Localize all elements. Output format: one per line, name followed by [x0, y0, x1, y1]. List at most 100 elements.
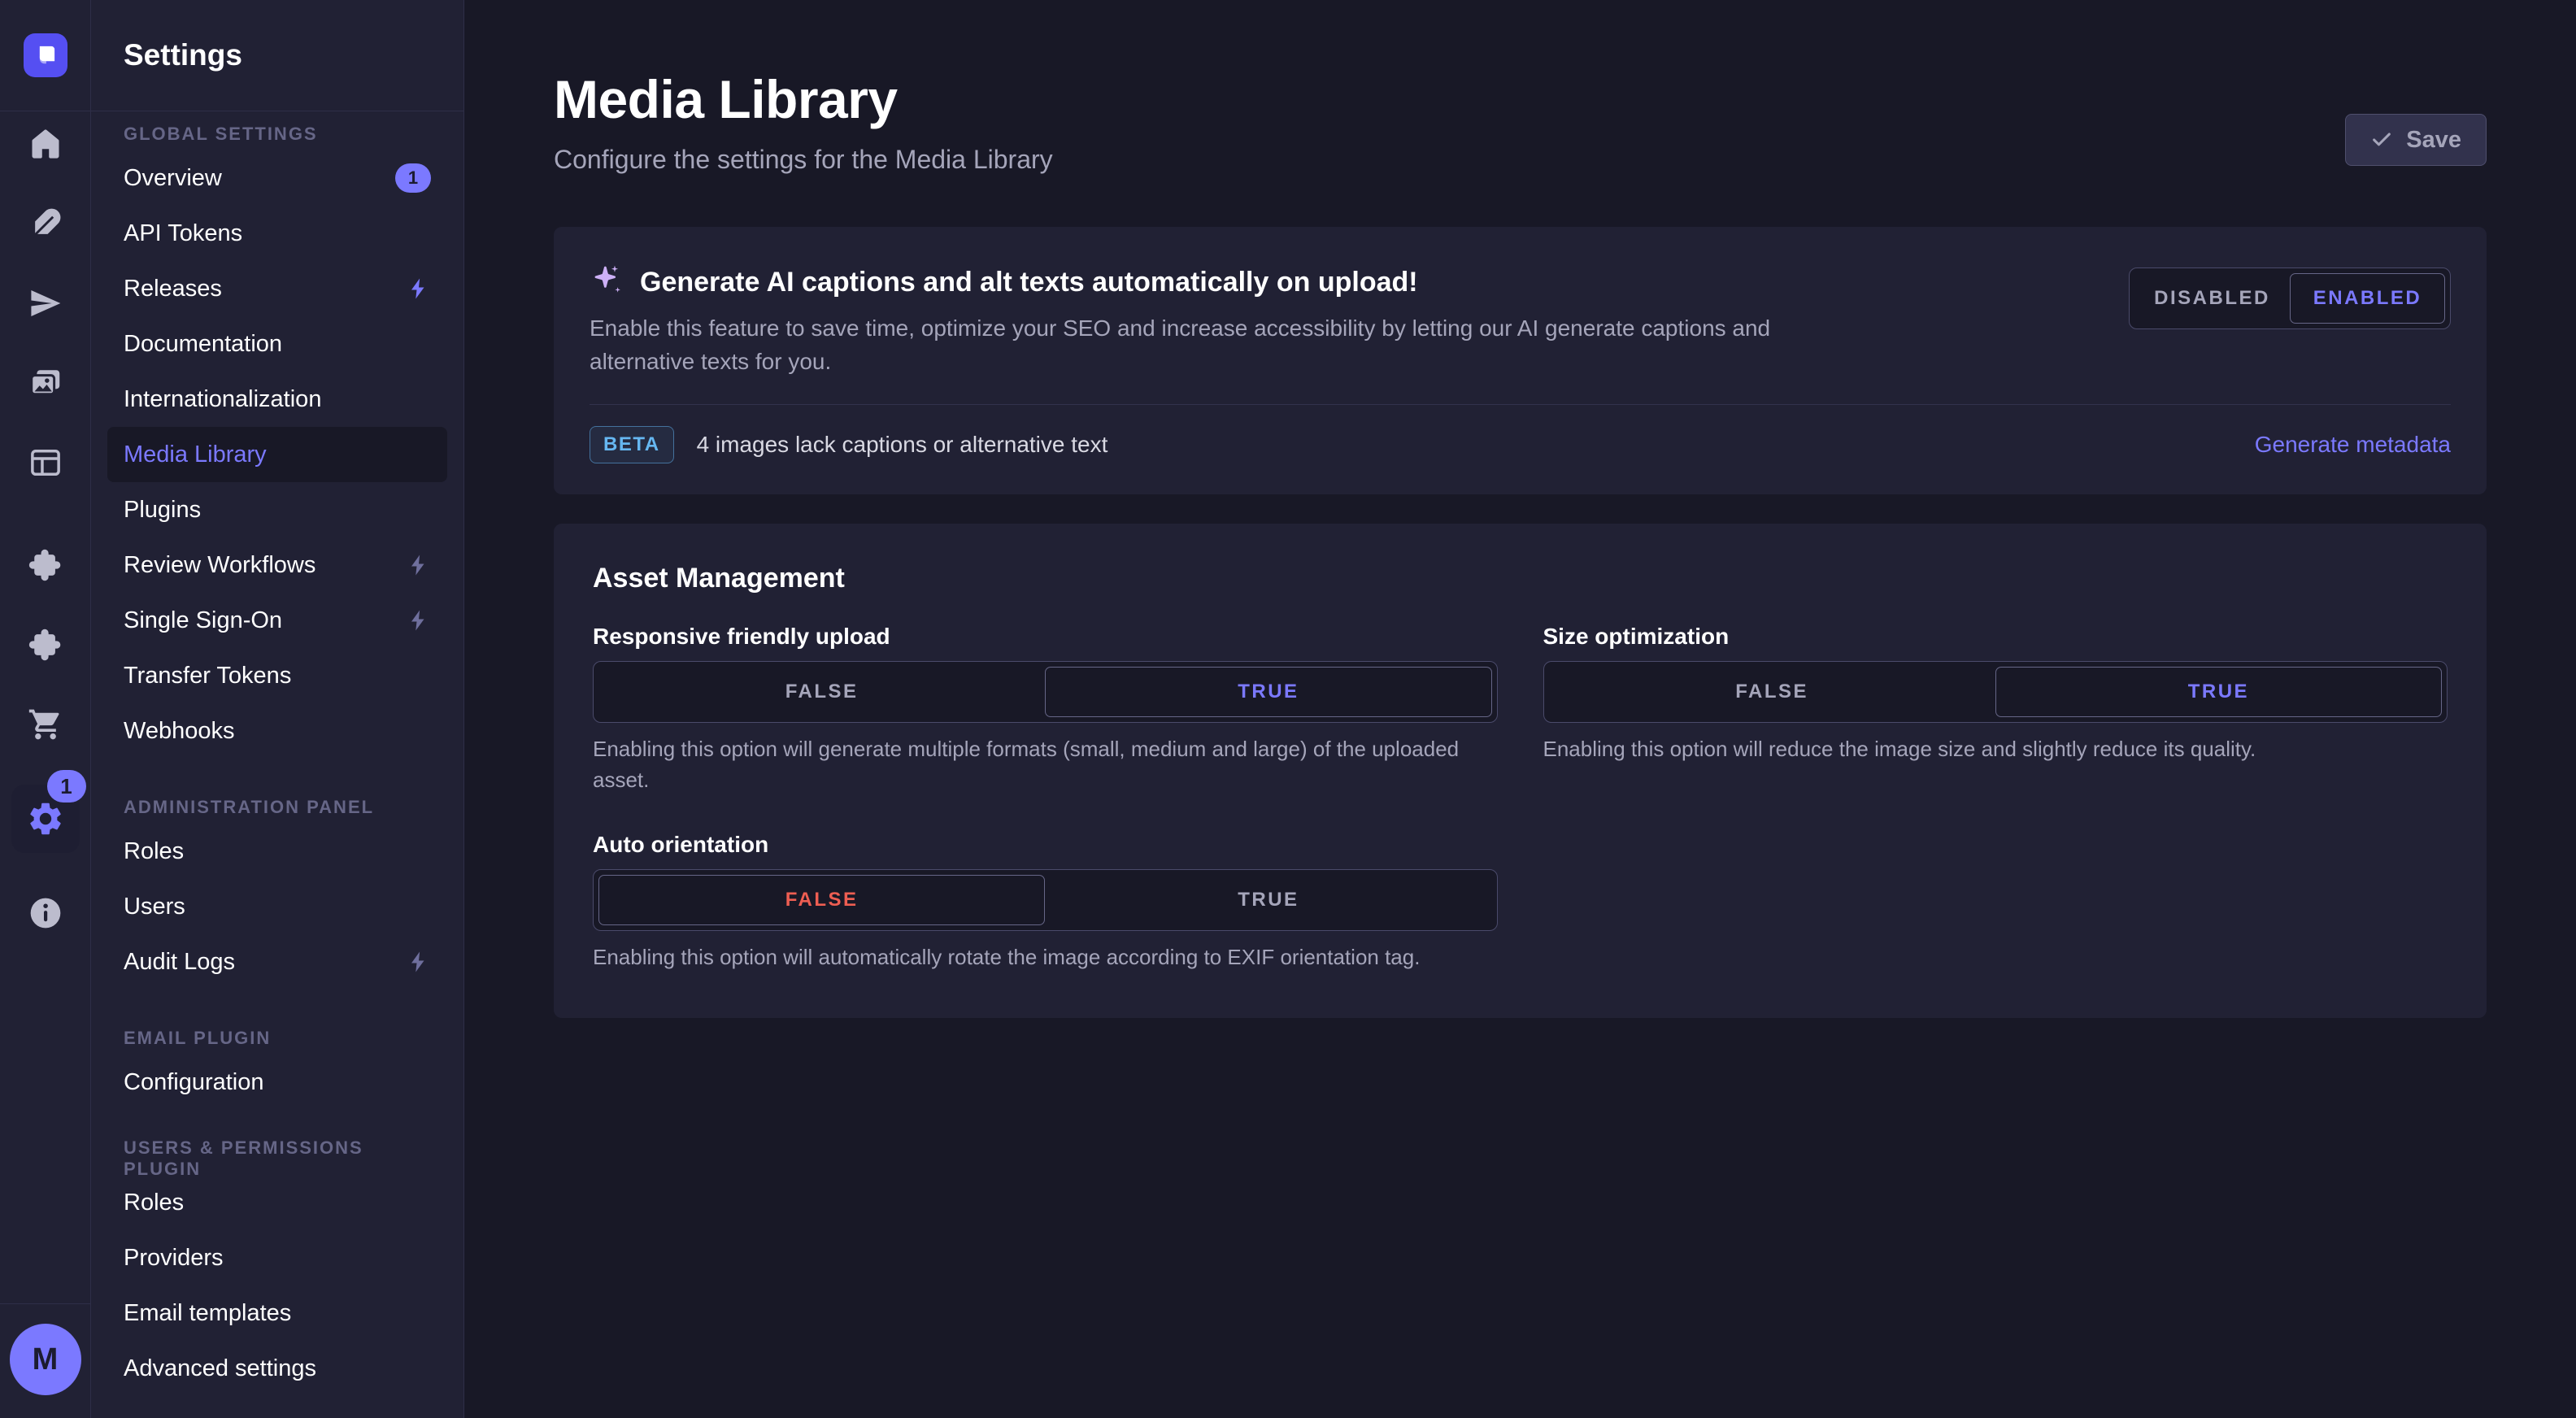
asset-management-card: Asset Management Responsive friendly upl… — [554, 524, 2487, 1018]
sidebar-item-overview[interactable]: Overview 1 — [107, 150, 447, 206]
section-users-permissions-plugin: USERS & PERMISSIONS PLUGIN Roles Provide… — [107, 1142, 447, 1396]
sidebar-item-audit-logs[interactable]: Audit Logs — [107, 934, 447, 990]
auto-orientation-toggle: FALSE TRUE — [593, 869, 1498, 931]
lightning-bolt-icon — [407, 276, 431, 301]
sidebar-item-webhooks[interactable]: Webhooks — [107, 703, 447, 759]
sidebar-item-single-sign-on[interactable]: Single Sign-On — [107, 593, 447, 648]
nav-plugins-button[interactable] — [26, 546, 65, 585]
sidebar-item-label: Roles — [124, 838, 184, 865]
lightning-bolt-icon — [407, 553, 431, 577]
gear-icon — [26, 799, 65, 838]
sidebar-item-label: Users — [124, 894, 185, 920]
puzzle-icon — [28, 547, 63, 583]
save-button[interactable]: Save — [2345, 114, 2487, 166]
sidebar-item-roles[interactable]: Roles — [107, 824, 447, 879]
sidebar-item-internationalization[interactable]: Internationalization — [107, 372, 447, 427]
field-description: Enabling this option will generate multi… — [593, 734, 1498, 795]
banner-divider — [590, 404, 2451, 405]
section-administration-panel: ADMINISTRATION PANEL Roles Users Audit L… — [107, 791, 447, 990]
sidebar-item-plugins[interactable]: Plugins — [107, 482, 447, 537]
toggle-option-disabled[interactable]: DISABLED — [2134, 273, 2290, 324]
sidebar-item-releases[interactable]: Releases — [107, 261, 447, 316]
banner-bottom: BETA 4 images lack captions or alternati… — [590, 426, 2451, 470]
app-root: 1 M Settings GLOBAL SETTINGS Overview — [0, 0, 2576, 1418]
sidebar-item-transfer-tokens[interactable]: Transfer Tokens — [107, 648, 447, 703]
sidebar-item-email-templates[interactable]: Email templates — [107, 1285, 447, 1341]
nav-content-manager-button[interactable] — [26, 204, 65, 243]
sidebar-item-label: Releases — [124, 276, 222, 302]
toggle-option-false[interactable]: FALSE — [1549, 667, 1995, 717]
nav-help-button[interactable] — [26, 894, 65, 933]
field-label: Size optimization — [1543, 624, 2448, 650]
lightning-bolt-icon — [407, 950, 431, 974]
sidebar-item-configuration[interactable]: Configuration — [107, 1055, 447, 1110]
nav-rail: 1 M — [0, 0, 91, 1418]
layout-icon — [28, 445, 63, 481]
section-global-settings: GLOBAL SETTINGS Overview 1 API Tokens Re… — [107, 118, 447, 759]
sidebar-item-label: Configuration — [124, 1069, 264, 1096]
sidebar-item-label: Media Library — [124, 441, 267, 468]
lightning-bolt-icon — [407, 608, 431, 633]
toggle-option-false[interactable]: FALSE — [598, 667, 1045, 717]
sidebar-title: Settings — [124, 38, 242, 72]
user-avatar[interactable]: M — [10, 1324, 81, 1395]
asset-management-grid: Responsive friendly upload FALSE TRUE En… — [593, 624, 2448, 972]
generate-metadata-link[interactable]: Generate metadata — [2255, 432, 2451, 458]
sidebar-item-review-workflows[interactable]: Review Workflows — [107, 537, 447, 593]
nav-media-library-button[interactable] — [26, 363, 65, 402]
sidebar-item-providers[interactable]: Providers — [107, 1230, 447, 1285]
nav-content-type-builder-button[interactable] — [26, 443, 65, 482]
save-button-label: Save — [2406, 127, 2461, 154]
ai-captions-toggle: DISABLED ENABLED — [2129, 268, 2451, 329]
nav-settings-button[interactable]: 1 — [11, 785, 80, 853]
sidebar-item-media-library[interactable]: Media Library — [107, 427, 447, 482]
sidebar-item-label: Transfer Tokens — [124, 663, 291, 689]
sidebar-item-label: Plugins — [124, 497, 201, 524]
field-size-optimization: Size optimization FALSE TRUE Enabling th… — [1543, 624, 2448, 795]
rail-logo-area — [0, 0, 90, 111]
sidebar-item-up-roles[interactable]: Roles — [107, 1175, 447, 1230]
sidebar-item-users[interactable]: Users — [107, 879, 447, 934]
nav-releases-button[interactable] — [26, 284, 65, 323]
sidebar-item-label: Overview — [124, 165, 222, 192]
toggle-option-enabled[interactable]: ENABLED — [2290, 273, 2445, 324]
banner-text: Generate AI captions and alt texts autom… — [590, 263, 1801, 378]
section-header: ADMINISTRATION PANEL — [107, 791, 447, 824]
field-label: Auto orientation — [593, 832, 1498, 858]
check-icon — [2370, 128, 2393, 151]
strapi-logo-icon — [31, 41, 60, 70]
rail-bottom: M — [0, 1303, 90, 1418]
toggle-option-true[interactable]: TRUE — [1045, 667, 1491, 717]
toggle-option-true[interactable]: TRUE — [1045, 875, 1491, 925]
asset-management-title: Asset Management — [593, 563, 2448, 594]
field-label: Responsive friendly upload — [593, 624, 1498, 650]
sidebar-item-label: Single Sign-On — [124, 607, 282, 634]
banner-title-row: Generate AI captions and alt texts autom… — [590, 263, 1801, 302]
sidebar-item-api-tokens[interactable]: API Tokens — [107, 206, 447, 261]
sidebar-item-label: Review Workflows — [124, 552, 315, 579]
home-icon — [28, 126, 63, 162]
section-header: GLOBAL SETTINGS — [107, 118, 447, 150]
sidebar-item-label: Audit Logs — [124, 949, 235, 976]
sidebar-header: Settings — [91, 0, 463, 111]
info-icon — [28, 895, 63, 931]
main-content: Media Library Configure the settings for… — [464, 0, 2576, 1418]
sidebar-item-documentation[interactable]: Documentation — [107, 316, 447, 372]
nav-marketplace-button[interactable] — [26, 625, 65, 664]
rail-nav: 1 — [11, 111, 80, 933]
section-email-plugin: EMAIL PLUGIN Configuration — [107, 1022, 447, 1110]
sidebar-item-label: Email templates — [124, 1300, 291, 1327]
nav-home-button[interactable] — [26, 124, 65, 163]
sidebar-item-label: API Tokens — [124, 220, 242, 247]
toggle-option-false[interactable]: FALSE — [598, 875, 1045, 925]
nav-purchase-button[interactable] — [26, 705, 65, 744]
toggle-option-true[interactable]: TRUE — [1995, 667, 2442, 717]
sidebar-item-label: Advanced settings — [124, 1355, 316, 1382]
field-responsive-friendly-upload: Responsive friendly upload FALSE TRUE En… — [593, 624, 1498, 795]
strapi-logo[interactable] — [24, 33, 67, 77]
sidebar-item-advanced-settings[interactable]: Advanced settings — [107, 1341, 447, 1396]
shopping-cart-icon — [28, 707, 63, 742]
sidebar-item-label: Providers — [124, 1245, 224, 1272]
page-subtitle: Configure the settings for the Media Lib… — [554, 145, 1053, 175]
sidebar-nav: GLOBAL SETTINGS Overview 1 API Tokens Re… — [91, 111, 463, 1396]
